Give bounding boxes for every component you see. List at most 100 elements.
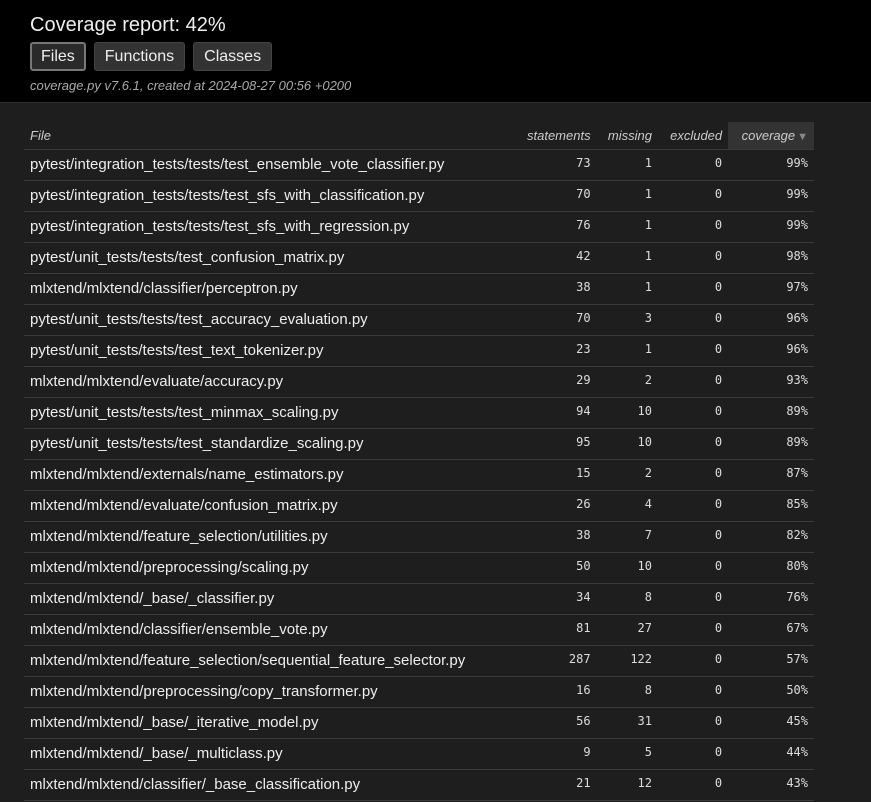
statements-cell: 73 xyxy=(513,149,597,181)
statements-cell: 38 xyxy=(513,273,597,305)
excluded-cell: 0 xyxy=(658,366,729,398)
file-link[interactable]: mlxtend/mlxtend/feature_selection/utilit… xyxy=(30,528,328,545)
table-row: pytest/integration_tests/tests/test_sfs_… xyxy=(24,211,814,243)
file-link[interactable]: pytest/unit_tests/tests/test_text_tokeni… xyxy=(30,342,324,359)
file-link[interactable]: pytest/unit_tests/tests/test_standardize… xyxy=(30,435,364,452)
file-link[interactable]: pytest/unit_tests/tests/test_minmax_scal… xyxy=(30,404,338,421)
excluded-cell: 0 xyxy=(658,211,729,243)
statements-cell: 15 xyxy=(513,459,597,491)
file-cell: mlxtend/mlxtend/classifier/perceptron.py xyxy=(24,273,514,305)
excluded-cell: 0 xyxy=(658,707,729,739)
tab-classes[interactable]: Classes xyxy=(193,42,273,71)
file-link[interactable]: pytest/integration_tests/tests/test_ense… xyxy=(30,156,444,173)
file-cell: pytest/unit_tests/tests/test_accuracy_ev… xyxy=(24,304,514,336)
statements-cell: 9 xyxy=(513,738,597,770)
file-link[interactable]: mlxtend/mlxtend/feature_selection/sequen… xyxy=(30,652,465,669)
table-row: mlxtend/mlxtend/classifier/_base_classif… xyxy=(24,769,814,801)
file-link[interactable]: mlxtend/mlxtend/evaluate/confusion_matri… xyxy=(30,497,338,514)
file-link[interactable]: mlxtend/mlxtend/classifier/_base_classif… xyxy=(30,776,360,793)
file-cell: pytest/integration_tests/tests/test_ense… xyxy=(24,149,514,181)
file-link[interactable]: mlxtend/mlxtend/externals/name_estimator… xyxy=(30,466,343,483)
column-header-file[interactable]: File xyxy=(24,122,514,150)
missing-cell: 7 xyxy=(596,521,658,553)
statements-cell: 38 xyxy=(513,521,597,553)
column-header-excluded[interactable]: excluded xyxy=(658,122,729,150)
coverage-cell: 57% xyxy=(728,645,814,677)
file-link[interactable]: mlxtend/mlxtend/preprocessing/scaling.py xyxy=(30,559,308,576)
table-row: pytest/unit_tests/tests/test_text_tokeni… xyxy=(24,335,814,367)
statements-cell: 34 xyxy=(513,583,597,615)
file-cell: mlxtend/mlxtend/_base/_multiclass.py xyxy=(24,738,514,770)
file-link[interactable]: mlxtend/mlxtend/preprocessing/copy_trans… xyxy=(30,683,378,700)
coverage-cell: 87% xyxy=(728,459,814,491)
table-row: mlxtend/mlxtend/classifier/perceptron.py… xyxy=(24,273,814,305)
coverage-cell: 44% xyxy=(728,738,814,770)
file-cell: mlxtend/mlxtend/preprocessing/scaling.py xyxy=(24,552,514,584)
sort-descending-icon: ▼ xyxy=(797,130,808,143)
statements-cell: 94 xyxy=(513,397,597,429)
excluded-cell: 0 xyxy=(658,428,729,460)
file-cell: mlxtend/mlxtend/_base/_iterative_model.p… xyxy=(24,707,514,739)
table-row: mlxtend/mlxtend/evaluate/confusion_matri… xyxy=(24,490,814,522)
column-header-statements[interactable]: statements xyxy=(513,122,597,150)
table-row: mlxtend/mlxtend/feature_selection/utilit… xyxy=(24,521,814,553)
coverage-cell: 85% xyxy=(728,490,814,522)
statements-cell: 76 xyxy=(513,211,597,243)
excluded-cell: 0 xyxy=(658,583,729,615)
coverage-cell: 67% xyxy=(728,614,814,646)
statements-cell: 50 xyxy=(513,552,597,584)
file-link[interactable]: mlxtend/mlxtend/_base/_classifier.py xyxy=(30,590,274,607)
missing-cell: 31 xyxy=(596,707,658,739)
file-cell: pytest/unit_tests/tests/test_confusion_m… xyxy=(24,242,514,274)
column-header-coverage[interactable]: coverage ▼ xyxy=(728,122,814,150)
excluded-cell: 0 xyxy=(658,490,729,522)
file-link[interactable]: mlxtend/mlxtend/classifier/ensemble_vote… xyxy=(30,621,328,638)
table-row: mlxtend/mlxtend/_base/_iterative_model.p… xyxy=(24,707,814,739)
file-link[interactable]: pytest/unit_tests/tests/test_confusion_m… xyxy=(30,249,344,266)
file-cell: pytest/integration_tests/tests/test_sfs_… xyxy=(24,211,514,243)
missing-cell: 10 xyxy=(596,428,658,460)
table-row: pytest/unit_tests/tests/test_accuracy_ev… xyxy=(24,304,814,336)
file-link[interactable]: mlxtend/mlxtend/evaluate/accuracy.py xyxy=(30,373,283,390)
missing-cell: 1 xyxy=(596,211,658,243)
missing-cell: 10 xyxy=(596,397,658,429)
coverage-cell: 93% xyxy=(728,366,814,398)
coverage-cell: 96% xyxy=(728,335,814,367)
table-row: mlxtend/mlxtend/evaluate/accuracy.py 29 2 0… xyxy=(24,366,814,398)
file-cell: pytest/integration_tests/tests/test_sfs_… xyxy=(24,180,514,212)
table-row: mlxtend/mlxtend/_base/_classifier.py 34 8 0… xyxy=(24,583,814,615)
coverage-cell: 76% xyxy=(728,583,814,615)
file-link[interactable]: mlxtend/mlxtend/_base/_iterative_model.p… xyxy=(30,714,319,731)
missing-cell: 2 xyxy=(596,366,658,398)
coverage-cell: 99% xyxy=(728,180,814,212)
table-row: mlxtend/mlxtend/feature_selection/sequen… xyxy=(24,645,814,677)
table-row: mlxtend/mlxtend/externals/name_estimator… xyxy=(24,459,814,491)
missing-cell: 4 xyxy=(596,490,658,522)
file-link[interactable]: mlxtend/mlxtend/classifier/perceptron.py xyxy=(30,280,298,297)
missing-cell: 8 xyxy=(596,583,658,615)
file-link[interactable]: pytest/integration_tests/tests/test_sfs_… xyxy=(30,187,424,204)
statements-cell: 23 xyxy=(513,335,597,367)
excluded-cell: 0 xyxy=(658,242,729,274)
file-cell: mlxtend/mlxtend/evaluate/confusion_matri… xyxy=(24,490,514,522)
missing-cell: 1 xyxy=(596,335,658,367)
file-link[interactable]: pytest/integration_tests/tests/test_sfs_… xyxy=(30,218,409,235)
file-link[interactable]: mlxtend/mlxtend/_base/_multiclass.py xyxy=(30,745,283,762)
file-cell: mlxtend/mlxtend/classifier/_base_classif… xyxy=(24,769,514,801)
file-link[interactable]: pytest/unit_tests/tests/test_accuracy_ev… xyxy=(30,311,368,328)
tab-functions[interactable]: Functions xyxy=(93,42,186,71)
statements-cell: 21 xyxy=(513,769,597,801)
column-header-missing[interactable]: missing xyxy=(596,122,658,150)
missing-cell: 5 xyxy=(596,738,658,770)
missing-cell: 10 xyxy=(596,552,658,584)
coverage-table: File statements missing excluded coverag… xyxy=(24,122,814,802)
tab-files[interactable]: Files xyxy=(30,42,86,71)
missing-cell: 3 xyxy=(596,304,658,336)
excluded-cell: 0 xyxy=(658,645,729,677)
missing-cell: 2 xyxy=(596,459,658,491)
coverage-cell: 50% xyxy=(728,676,814,708)
report-header: Coverage report: 42% Files Functions Cla… xyxy=(0,0,871,103)
missing-cell: 1 xyxy=(596,273,658,305)
table-row: pytest/integration_tests/tests/test_sfs_… xyxy=(24,180,814,212)
table-row: mlxtend/mlxtend/classifier/ensemble_vote… xyxy=(24,614,814,646)
